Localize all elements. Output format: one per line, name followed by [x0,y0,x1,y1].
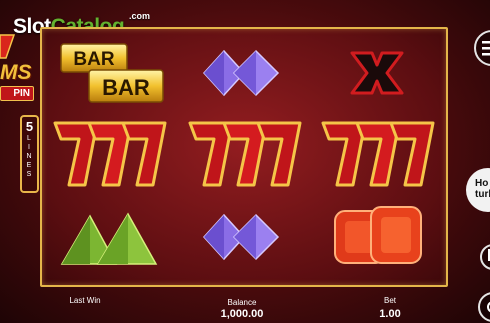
watermark-suffix: .com [129,11,151,21]
symbol-purple-diamonds [177,195,311,279]
bet-label: Bet [383,296,396,305]
lines-badge: 5 LINES [20,115,39,193]
seven-triple-icon [188,121,302,187]
brand-subtitle-fragment: PIN [0,86,34,101]
menu-icon [482,41,490,56]
symbol-red-gems [310,195,444,279]
symbol-purple-diamonds [177,31,311,115]
lines-count: 5 [25,119,34,134]
symbol-bar-bar: BAR BAR [42,31,176,115]
turbo-label: Ho turb [475,178,490,200]
symbol-red-x [310,31,444,115]
purple-diamonds-icon [202,213,280,261]
lines-word: LINES [22,134,37,179]
last-win-label: Last Win [69,296,101,305]
turbo-label-line2: turb [475,189,490,200]
bet-value: 1.00 [379,308,401,320]
green-triangles-icon [60,212,158,265]
red-gems-icon [334,206,422,264]
symbol-seven-triple [310,113,444,197]
reel-area: BAR BAR [40,27,448,287]
brand-title-fragment: MS [0,61,32,84]
balance-label: Balance [227,298,257,307]
purple-diamonds-icon [202,49,280,97]
turbo-label-line1: Ho [475,178,489,189]
symbol-seven-triple [177,113,311,197]
bar-bar-icon: BAR BAR [60,43,164,103]
lines-word-text: LINES [26,135,33,178]
bar-top-label: BAR [73,49,114,70]
bar-bottom-label: BAR [102,75,150,100]
seven-triple-icon [53,121,167,187]
symbol-seven-triple [42,113,176,197]
symbol-green-triangles [42,195,176,279]
balance-value: 1,000.00 [220,308,264,320]
seven-triple-icon [321,121,435,187]
red-x-icon [350,51,404,95]
